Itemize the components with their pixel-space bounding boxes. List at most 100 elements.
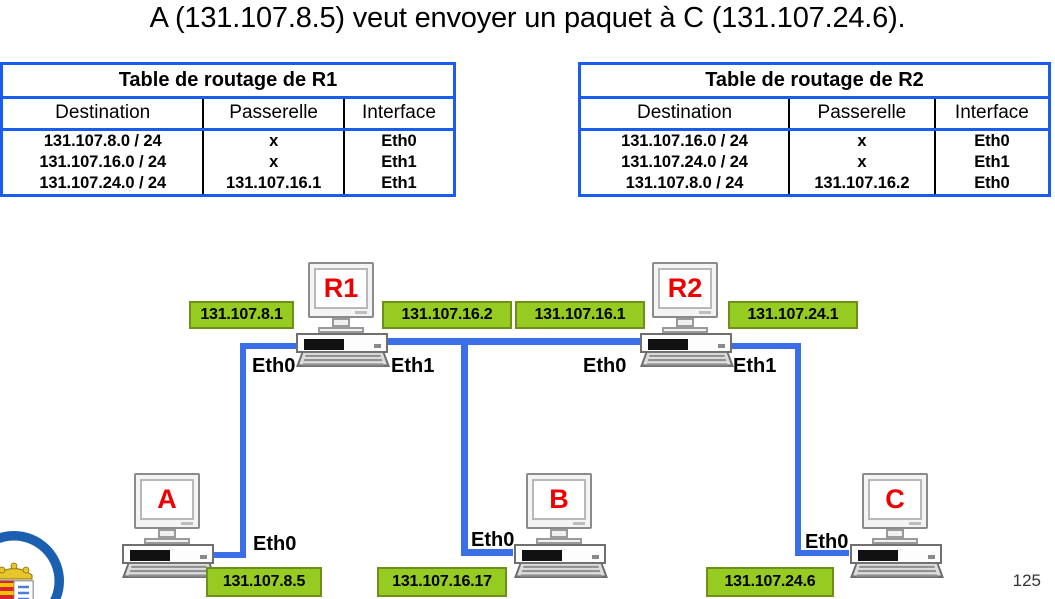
table-row: 131.107.8.0 / 24 131.107.16.2 Eth0: [581, 173, 1048, 194]
ip-label-r1-eth1: 131.107.16.2: [382, 301, 512, 329]
monitor-icon: R1: [308, 262, 374, 318]
cell-passerelle: x: [789, 152, 936, 173]
page-number: 125: [1012, 571, 1041, 590]
table-row: 131.107.8.0 / 24 x Eth0: [3, 131, 453, 152]
disk-drive-slot: [858, 550, 898, 561]
column-header-destination: Destination: [3, 99, 205, 128]
monitor-indicator: [909, 522, 921, 525]
power-led: [928, 555, 935, 559]
table-row: 131.107.16.0 / 24 x Eth1: [3, 152, 453, 173]
monitor-icon: R2: [652, 262, 718, 318]
table-row: 131.107.24.0 / 24 x Eth1: [581, 152, 1048, 173]
monitor-stand-neck: [550, 529, 568, 538]
routing-table-r1-header: Destination Passerelle Interface: [3, 99, 453, 131]
column-header-interface: Interface: [954, 102, 1029, 123]
power-led: [592, 555, 599, 559]
ip-label-b-eth0: 131.107.16.17: [377, 567, 507, 597]
monitor-screen: C: [868, 479, 922, 520]
cell-interface: Eth1: [381, 153, 417, 171]
table-header-row: Destination Passerelle Interface: [581, 99, 1048, 128]
desktop-case-icon: [122, 544, 214, 564]
desktop-case-icon: [296, 333, 388, 353]
routing-table-r1: Table de routage de R1 Destination Passe…: [0, 62, 456, 197]
interface-label-c-eth0: Eth0: [805, 531, 849, 553]
ip-label-r2-eth0: 131.107.16.1: [515, 301, 645, 329]
column-header-interface: Interface: [361, 102, 436, 123]
keyboard-icon: [295, 351, 391, 367]
cell-passerelle: 131.107.16.2: [789, 173, 936, 194]
monitor-stand-neck: [158, 529, 176, 538]
device-r1[interactable]: R1: [294, 262, 391, 367]
university-logo: [0, 531, 64, 599]
cell-destination: 131.107.16.0 / 24: [3, 152, 205, 173]
column-header-passerelle: Passerelle: [789, 99, 936, 128]
ip-label-a-eth0: 131.107.8.5: [206, 567, 322, 597]
interface-label-b-eth0: Eth0: [471, 529, 515, 551]
cell-interface: Eth0: [974, 132, 1010, 150]
device-a[interactable]: A: [120, 473, 217, 578]
monitor-stand-neck: [676, 318, 694, 327]
monitor-screen: R2: [658, 268, 712, 309]
cell-interface: Eth1: [381, 174, 417, 192]
routing-table-r2-header: Destination Passerelle Interface: [581, 99, 1048, 131]
device-b[interactable]: B: [512, 473, 609, 578]
cell-destination: 131.107.24.0 / 24: [3, 173, 205, 194]
desktop-case-icon: [640, 333, 732, 353]
desktop-case-icon: [850, 544, 942, 564]
keyboard-icon: [121, 562, 217, 578]
monitor-screen: R1: [314, 268, 368, 309]
routing-table-r2: Table de routage de R2 Destination Passe…: [578, 62, 1051, 197]
cell-passerelle: x: [789, 131, 936, 152]
device-r2[interactable]: R2: [638, 262, 735, 367]
cell-destination: 131.107.8.0 / 24: [581, 173, 791, 194]
ip-label-r1-eth0: 131.107.8.1: [189, 301, 294, 329]
routing-table-r2-body: 131.107.16.0 / 24 x Eth0 131.107.24.0 / …: [581, 131, 1048, 194]
routing-table-r1-body: 131.107.8.0 / 24 x Eth0 131.107.16.0 / 2…: [3, 131, 453, 194]
cell-interface: Eth0: [974, 174, 1010, 192]
monitor-icon: A: [134, 473, 200, 529]
cell-interface: Eth0: [381, 132, 417, 150]
monitor-icon: C: [862, 473, 928, 529]
wire-subnet16-horizontal-top: [342, 338, 686, 345]
device-label-b: B: [549, 484, 569, 514]
desktop-case-icon: [514, 544, 606, 564]
interface-label-r1-eth1: Eth1: [391, 355, 435, 377]
table-row: 131.107.16.0 / 24 x Eth0: [581, 131, 1048, 152]
cell-passerelle: x: [203, 152, 345, 173]
monitor-indicator: [573, 522, 585, 525]
power-led: [718, 344, 725, 348]
keyboard-icon: [849, 562, 945, 578]
monitor-icon: B: [526, 473, 592, 529]
cell-destination: 131.107.24.0 / 24: [581, 152, 791, 173]
keyboard-icon: [513, 562, 609, 578]
disk-drive-slot: [304, 339, 344, 350]
device-label-a: A: [157, 484, 177, 514]
column-header-destination: Destination: [581, 99, 791, 128]
cell-passerelle: 131.107.16.1: [203, 173, 345, 194]
monitor-screen: B: [532, 479, 586, 520]
page-title: A (131.107.8.5) veut envoyer un paquet à…: [149, 2, 906, 34]
disk-drive-slot: [130, 550, 170, 561]
ip-label-r2-eth1: 131.107.24.1: [728, 301, 858, 329]
interface-label-r2-eth1: Eth1: [733, 355, 777, 377]
wire-subnet24-vertical: [795, 343, 801, 556]
table-row: 131.107.24.0 / 24 131.107.16.1 Eth1: [3, 173, 453, 194]
interface-label-r1-eth0: Eth0: [252, 355, 296, 377]
cell-interface: Eth1: [974, 153, 1010, 171]
power-led: [374, 344, 381, 348]
device-c[interactable]: C: [848, 473, 945, 578]
power-led: [200, 555, 207, 559]
device-label-r1: R1: [323, 273, 359, 303]
monitor-indicator: [181, 522, 193, 525]
cell-destination: 131.107.8.0 / 24: [3, 131, 205, 152]
monitor-stand-neck: [332, 318, 350, 327]
disk-drive-slot: [648, 339, 688, 350]
interface-label-r2-eth0: Eth0: [583, 355, 627, 377]
interface-label-a-eth0: Eth0: [253, 533, 297, 555]
monitor-indicator: [699, 311, 711, 314]
monitor-indicator: [355, 311, 367, 314]
device-label-c: C: [885, 484, 905, 514]
wire-subnet16-vertical: [461, 338, 468, 556]
disk-drive-slot: [522, 550, 562, 561]
monitor-stand-neck: [886, 529, 904, 538]
